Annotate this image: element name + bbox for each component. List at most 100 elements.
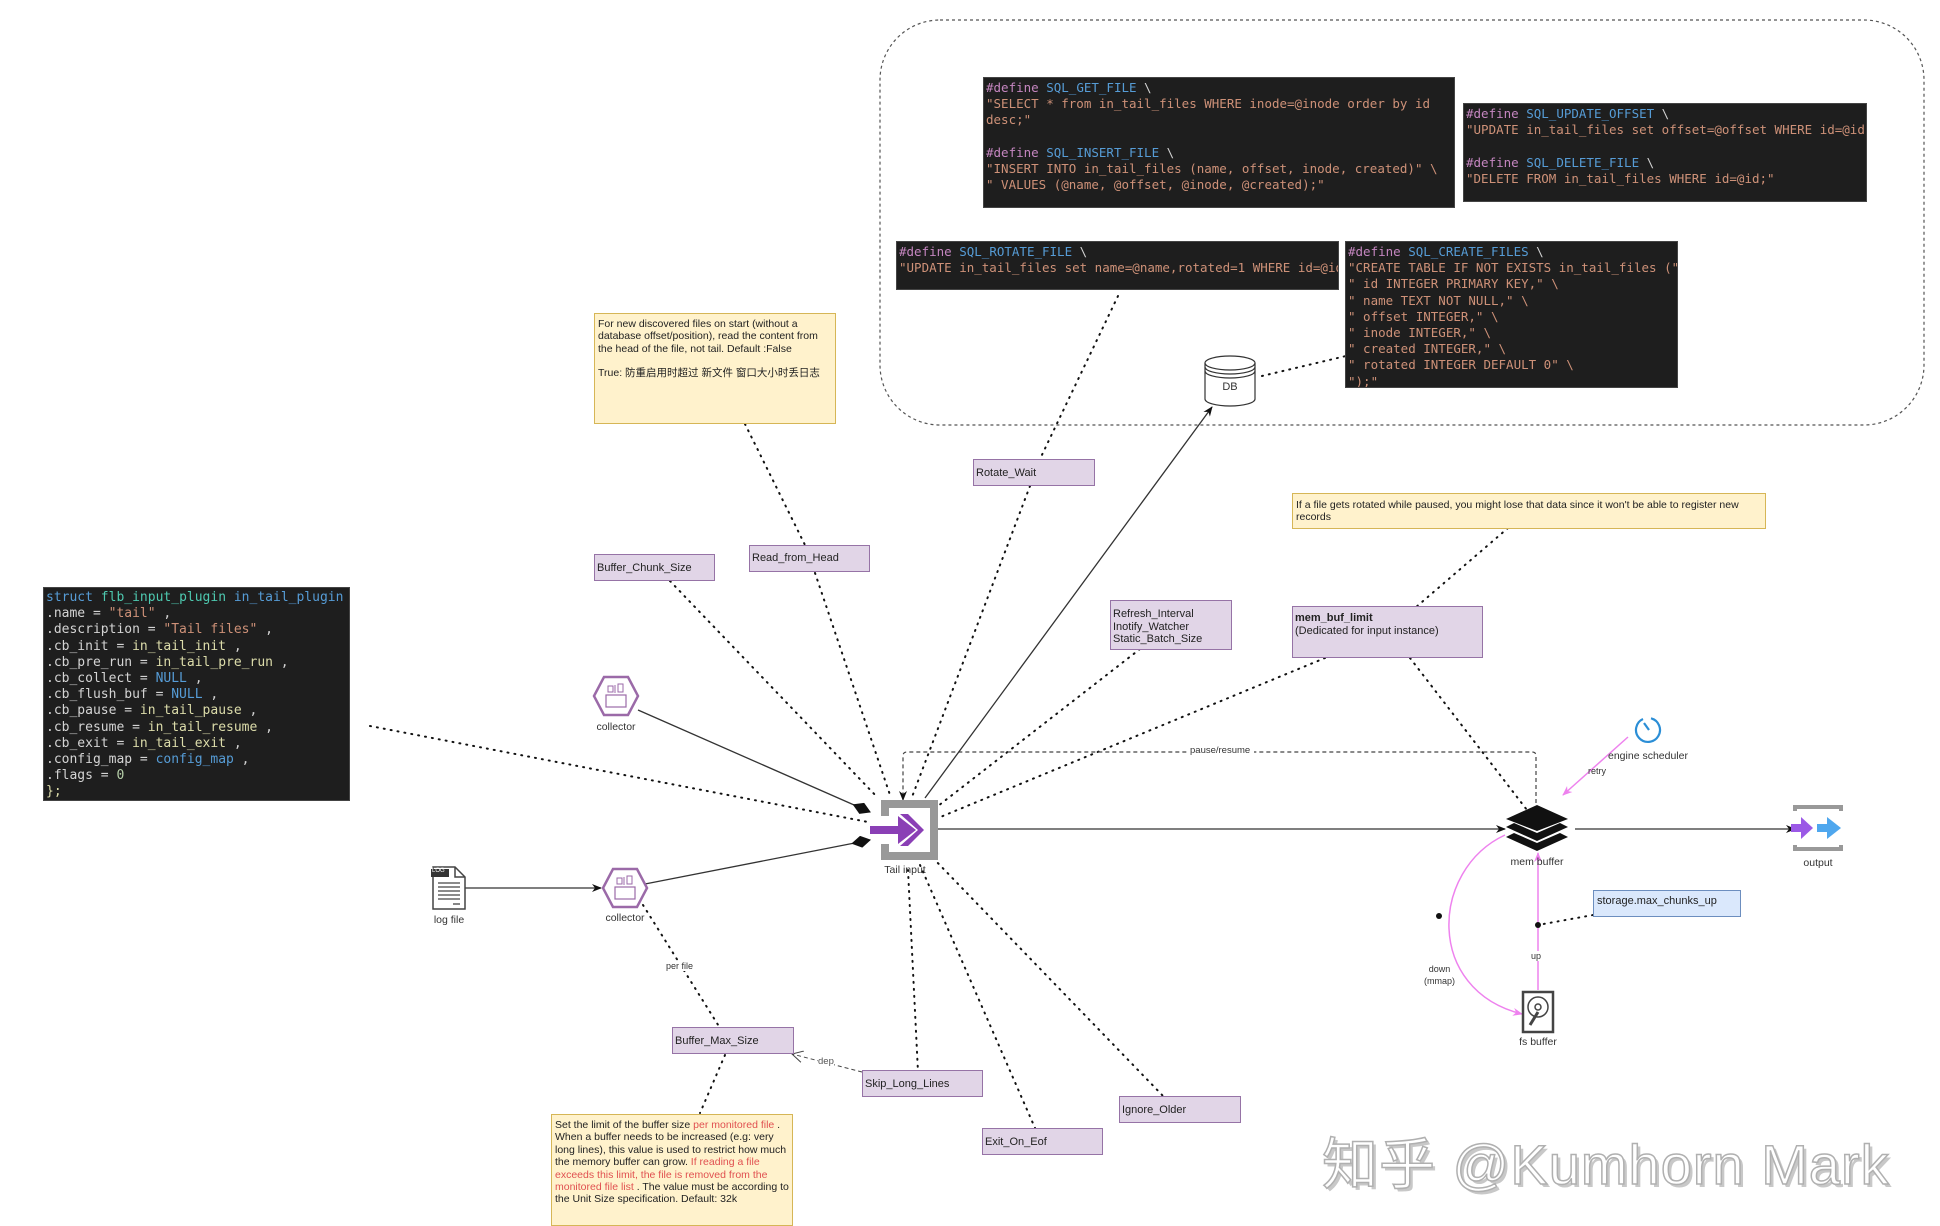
- code-string: " id INTEGER PRIMARY KEY," \: [1348, 276, 1559, 292]
- buffer-max-size-note: Set the limit of the buffer size per mon…: [551, 1114, 793, 1226]
- code-line: .cb_init = in_tail_init ,: [46, 639, 347, 655]
- db-node[interactable]: DB: [1202, 354, 1258, 410]
- code-line: " VALUES (@name, @offset, @inode, @creat…: [986, 177, 1452, 193]
- code-value: config_map: [155, 752, 234, 768]
- code-value: in_tail_pre_run: [155, 654, 273, 670]
- code-value: "Tail files": [163, 622, 258, 638]
- param-skip-long-lines[interactable]: Skip_Long_Lines: [862, 1070, 983, 1097]
- code-line: "INSERT INTO in_tail_files (name, offset…: [986, 161, 1452, 177]
- edge-label-up: up: [1531, 951, 1542, 961]
- tail-input-icon: [870, 800, 938, 860]
- code-text: \: [1159, 144, 1175, 160]
- engine-scheduler-node[interactable]: engine scheduler: [1598, 715, 1698, 765]
- code-line: "DELETE FROM in_tail_files WHERE id=@id;…: [1466, 171, 1864, 187]
- collector-icon: [601, 867, 649, 909]
- tail-input-node[interactable]: Tail input: [868, 798, 942, 878]
- code-string: " inode INTEGER," \: [1348, 325, 1491, 341]
- edge-refresh-to-tail: [937, 648, 1141, 807]
- code-line: .cb_flush_buf = NULL ,: [46, 687, 347, 703]
- code-text: ,: [257, 719, 273, 735]
- edge-collector-bottom-to-tail: [644, 835, 871, 885]
- code-text: ,: [202, 687, 219, 703]
- edge-rotate-wait-to-tail: [911, 485, 1031, 798]
- code-field: .cb_resume =: [46, 719, 148, 735]
- edge-rotate-wait-to-sql: [1039, 295, 1119, 460]
- param-storage-max-chunks-up[interactable]: storage.max_chunks_up: [1593, 890, 1741, 917]
- output-node[interactable]: output: [1787, 802, 1849, 872]
- code-line: .cb_pause = in_tail_pause ,: [46, 703, 347, 719]
- paused-rotation-note: If a file gets rotated while paused, you…: [1292, 493, 1766, 529]
- code-text: ,: [186, 671, 203, 687]
- param-refresh-group[interactable]: Refresh_Interval Inotify_Watcher Static_…: [1110, 600, 1232, 650]
- collector-bottom-node[interactable]: collector: [597, 867, 653, 927]
- code-type: flb_input_plugin: [100, 590, 234, 605]
- param-buffer-max-size[interactable]: Buffer_Max_Size: [672, 1027, 794, 1054]
- edge-tail-to-skip: [907, 869, 919, 1073]
- code-line: " rotated INTEGER DEFAULT 0" \: [1348, 357, 1675, 373]
- edge-tail-to-ignore: [932, 857, 1166, 1099]
- code-line: #define SQL_CREATE_FILES \: [1348, 244, 1675, 260]
- code-line: .flags = 0: [46, 768, 347, 784]
- edge-maxsize-to-note: [699, 1054, 726, 1114]
- sql-get-insert-code: #define SQL_GET_FILE \ "SELECT * from in_…: [983, 77, 1455, 208]
- edge-buffer-chunk-to-tail: [669, 580, 879, 799]
- code-text: ,: [272, 654, 289, 670]
- edge-label-pause-resume: pause/resume: [1190, 745, 1251, 756]
- code-value: NULL: [171, 687, 203, 703]
- code-string: [1466, 138, 1474, 153]
- tail-input-label: Tail input: [884, 864, 926, 876]
- code-line: " offset INTEGER," \: [1348, 309, 1675, 325]
- code-value: NULL: [155, 671, 187, 687]
- param-exit-on-eof[interactable]: Exit_On_Eof: [982, 1128, 1103, 1155]
- fs-buffer-node[interactable]: fs buffer: [1508, 990, 1568, 1052]
- code-string: " name TEXT NOT NULL," \: [1348, 292, 1529, 308]
- param-mem-buf-limit[interactable]: mem_buf_limit (Dedicated for input insta…: [1292, 606, 1483, 658]
- code-keyword: #define: [1348, 244, 1409, 259]
- code-line: .name = "tail" ,: [46, 606, 347, 622]
- code-identifier: SQL_UPDATE_OFFSET: [1526, 106, 1655, 121]
- log-file-node[interactable]: LOG log file: [425, 865, 473, 926]
- code-text: \: [1654, 106, 1670, 121]
- edge-db-to-create: [1261, 355, 1347, 377]
- collector-top-label: collector: [596, 721, 636, 733]
- code-line: "SELECT * from in_tail_files WHERE inode…: [986, 96, 1452, 112]
- param-read-from-head[interactable]: Read_from_Head: [749, 545, 870, 572]
- edge-pause-resume: [899, 751, 1537, 810]
- code-string: "UPDATE in_tail_files set name=@name,rot…: [899, 260, 1339, 276]
- edge-label-dep: dep: [818, 1056, 834, 1067]
- code-line: " inode INTEGER," \: [1348, 325, 1675, 341]
- code-line: desc;": [986, 112, 1452, 128]
- code-line: .cb_collect = NULL ,: [46, 671, 347, 687]
- log-badge: LOG: [432, 868, 445, 874]
- code-value: in_tail_init: [132, 638, 227, 654]
- code-text: \: [1072, 244, 1088, 259]
- code-string: "DELETE FROM in_tail_files WHERE id=@id;…: [1466, 170, 1775, 186]
- log-file-label: log file: [433, 914, 465, 926]
- hard-disk-icon: [1521, 990, 1555, 1034]
- edge-note-to-membuf: [1414, 527, 1509, 609]
- code-string: "SELECT * from in_tail_files WHERE inode…: [986, 96, 1431, 112]
- mem-buffer-node[interactable]: mem buffer: [1502, 803, 1572, 873]
- code-text: ,: [257, 622, 273, 638]
- code-line: .config_map = config_map ,: [46, 752, 347, 768]
- edge-membuf-to-tail: [937, 657, 1326, 819]
- code-string: " created INTEGER," \: [1348, 341, 1507, 357]
- code-field: .cb_init =: [46, 638, 133, 654]
- param-rotate-wait[interactable]: Rotate_Wait: [973, 459, 1095, 486]
- code-line: #define SQL_GET_FILE \: [986, 80, 1452, 96]
- code-field: .description =: [46, 622, 164, 638]
- struct-plugin-code: struct flb_input_plugin in_tail_plugin =…: [43, 587, 350, 801]
- code-text: ,: [226, 638, 242, 654]
- code-field: .cb_exit =: [46, 735, 133, 751]
- output-label: output: [1803, 857, 1833, 869]
- code-keyword: #define: [1466, 154, 1527, 170]
- code-line: " name TEXT NOT NULL," \: [1348, 293, 1675, 309]
- code-identifier: SQL_ROTATE_FILE: [959, 244, 1073, 259]
- code-string: [986, 129, 994, 144]
- code-value: in_tail_exit: [132, 735, 227, 751]
- collector-top-node[interactable]: collector: [588, 675, 644, 735]
- param-buffer-chunk-size[interactable]: Buffer_Chunk_Size: [594, 554, 715, 581]
- code-string: "UPDATE in_tail_files set offset=@offset…: [1466, 122, 1867, 138]
- param-ignore-older[interactable]: Ignore_Older: [1119, 1096, 1241, 1123]
- code-text: \: [1528, 244, 1544, 259]
